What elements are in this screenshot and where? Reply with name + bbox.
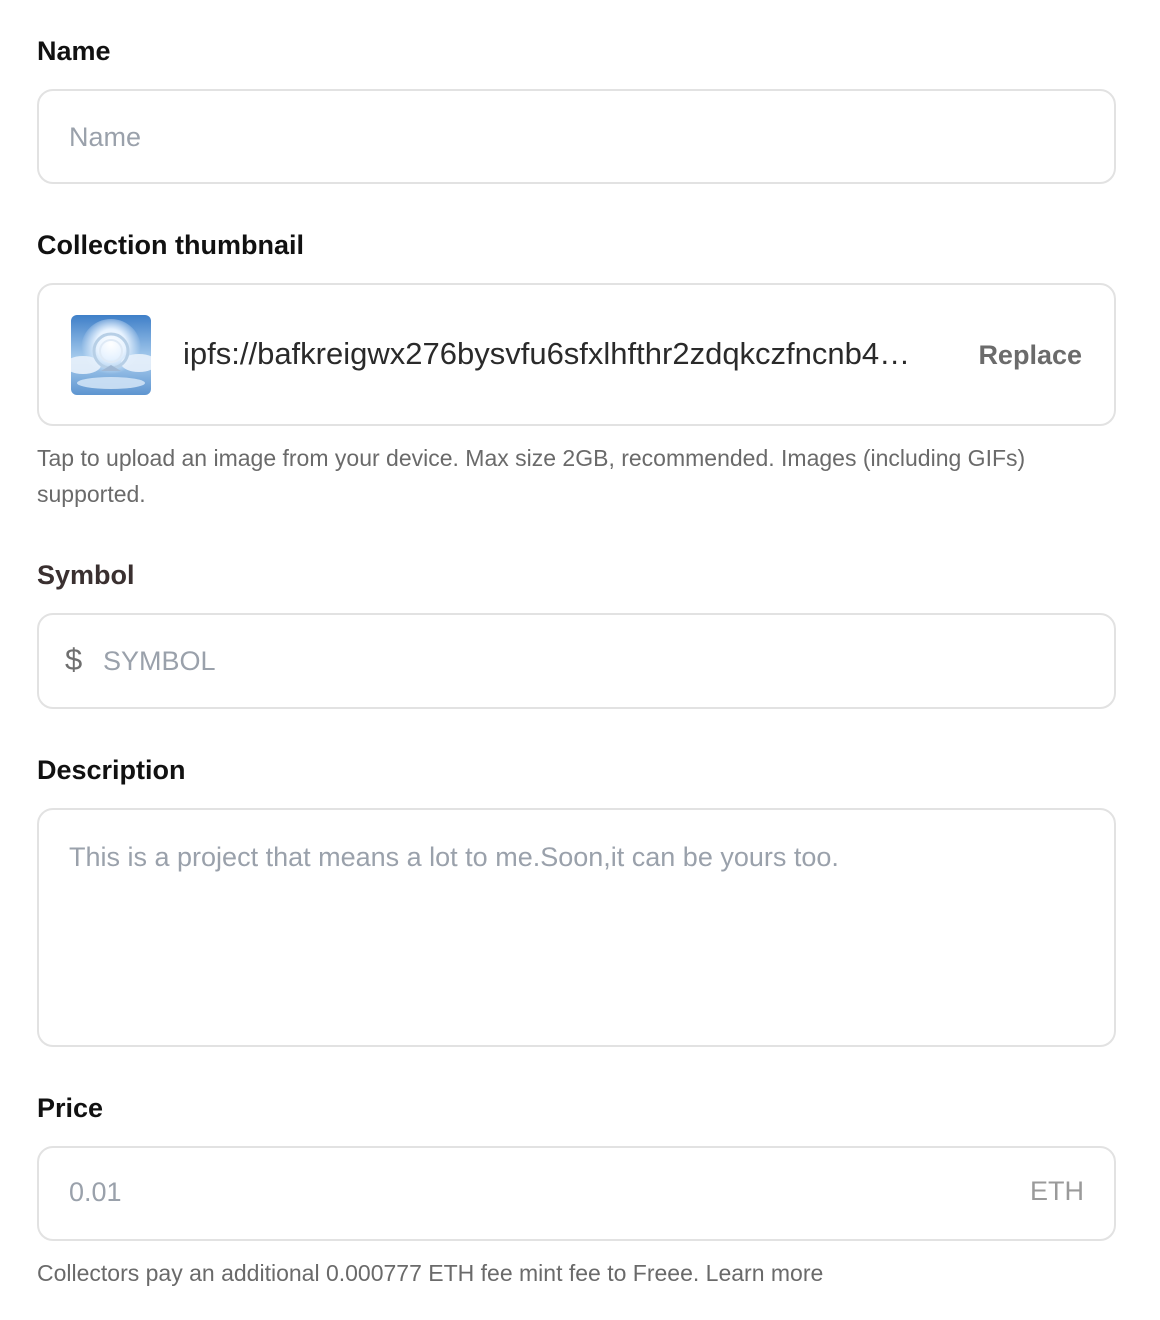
- price-helper-text: Collectors pay an additional 0.000777 ET…: [37, 1260, 824, 1286]
- thumbnail-upload-field[interactable]: ipfs://bafkreigwx276bysvfu6sfxlhfthr2zdq…: [37, 283, 1116, 426]
- symbol-input[interactable]: [103, 641, 1083, 681]
- thumbnail-uri: ipfs://bafkreigwx276bysvfu6sfxlhfthr2zdq…: [183, 336, 911, 371]
- description-textarea[interactable]: [69, 840, 1079, 1020]
- thumbnail-image: [71, 315, 151, 395]
- name-field-container: [37, 89, 1116, 184]
- name-input[interactable]: [69, 117, 1079, 157]
- symbol-field-container: $: [37, 613, 1116, 709]
- description-label: Description: [37, 755, 186, 785]
- price-input[interactable]: [69, 1172, 969, 1212]
- price-field-container: ETH: [37, 1146, 1116, 1241]
- dollar-prefix: $: [65, 642, 83, 677]
- price-label: Price: [37, 1093, 104, 1123]
- description-field-container: [37, 808, 1116, 1047]
- thumbnail-helper-text: Tap to upload an image from your device.…: [37, 445, 1026, 507]
- replace-button[interactable]: Replace: [978, 339, 1082, 371]
- eth-unit: ETH: [1030, 1176, 1084, 1206]
- symbol-label: Symbol: [37, 560, 135, 590]
- name-label: Name: [37, 36, 111, 66]
- thumbnail-label: Collection thumbnail: [37, 230, 304, 260]
